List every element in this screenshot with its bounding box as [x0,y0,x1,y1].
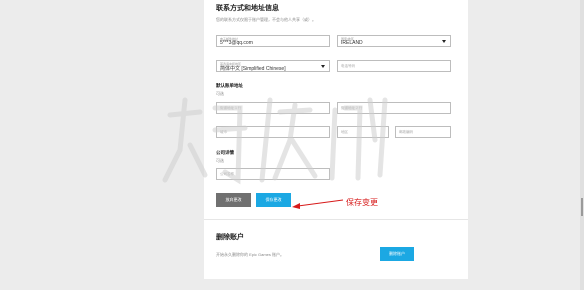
annotation-label: 保存变更 [346,198,378,207]
scrollbar-thumb[interactable] [581,198,583,216]
annotation-arrow [292,199,344,209]
page-scrollbar[interactable] [580,0,584,290]
